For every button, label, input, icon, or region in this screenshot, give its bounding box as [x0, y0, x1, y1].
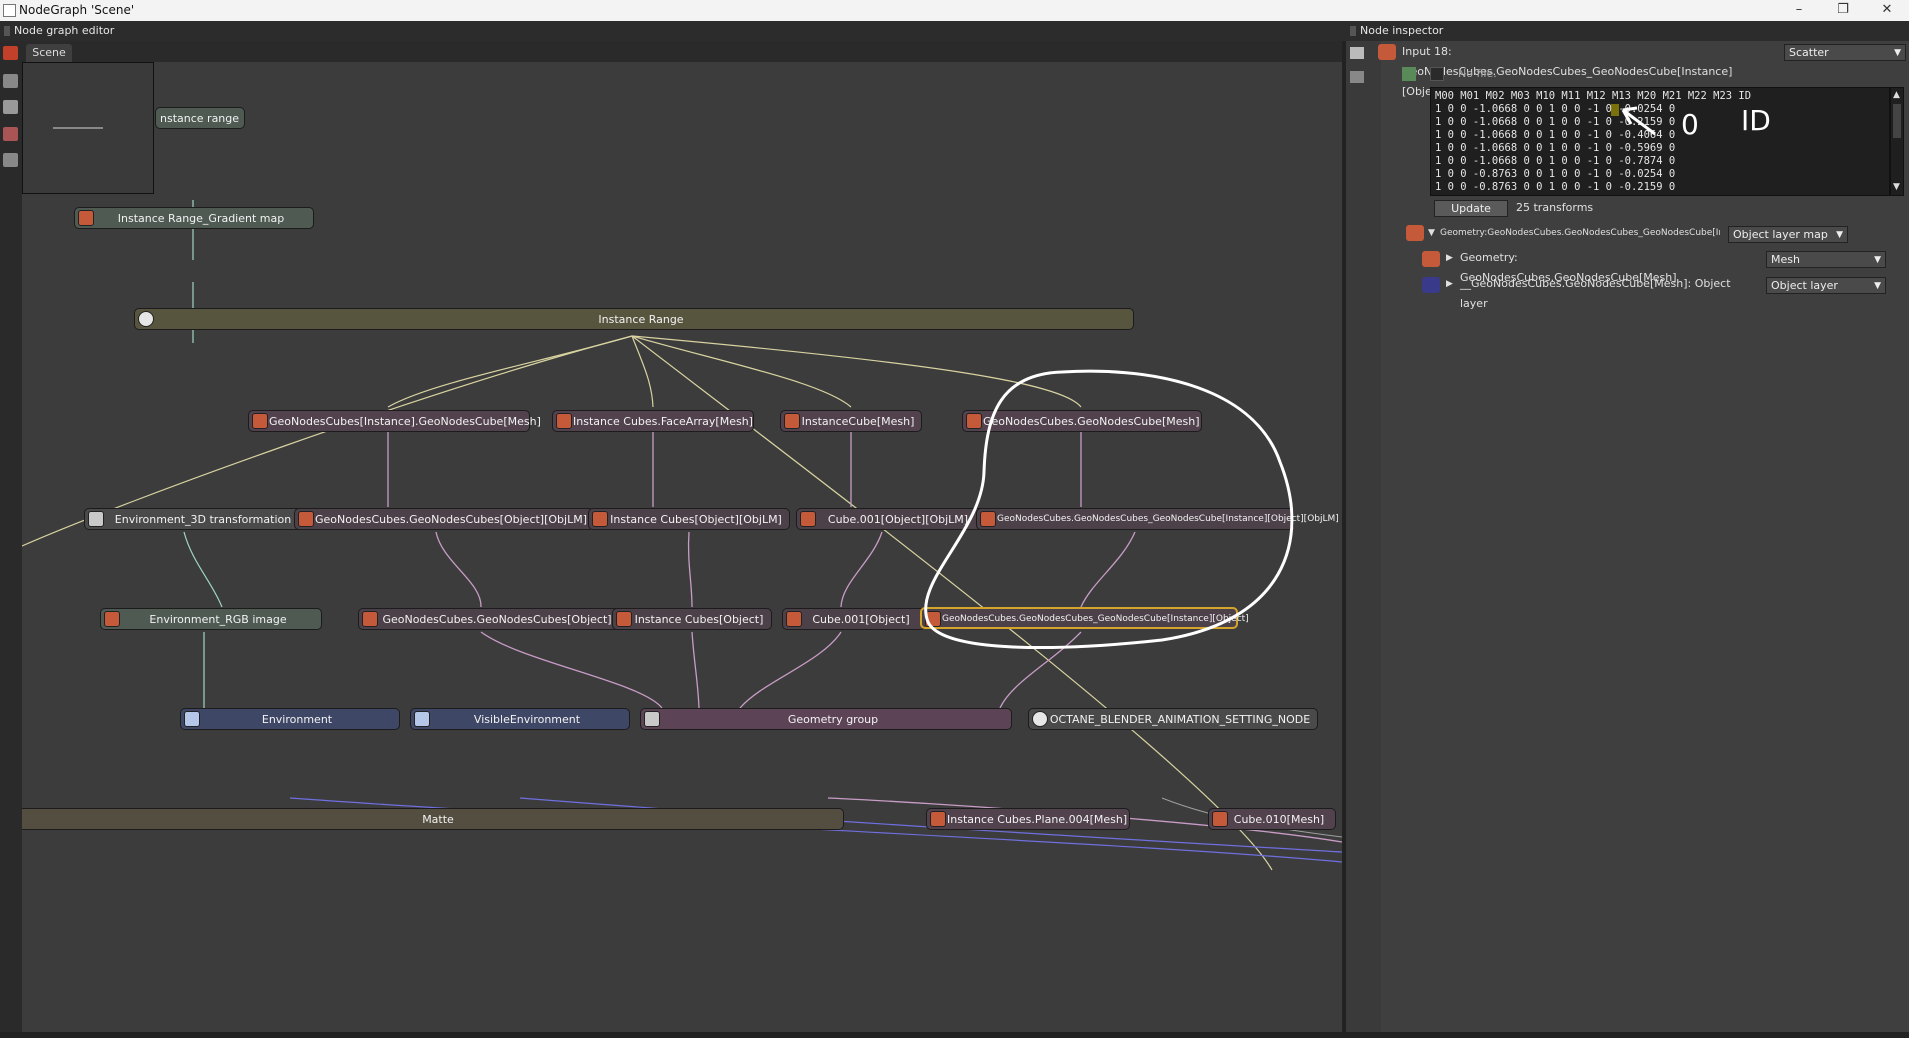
window-titlebar: NodeGraph 'Scene' – ❐ ✕ — [0, 0, 1909, 22]
node-inspector: Input 18: GeoNodesCubes.GeoNodesCubes_Ge… — [1342, 41, 1909, 1032]
matrix-row: 1 0 0 -1.0668 0 0 1 0 0 -1 0 -0.7874 0 — [1435, 155, 1676, 167]
node-graph-editor-header: Node graph editor — [0, 21, 1342, 41]
expand-mesh-icon[interactable]: ▶ — [1446, 248, 1453, 268]
mesh-input-label: Geometry: GeoNodesCubes.GeoNodesCube[Mes… — [1460, 251, 1677, 284]
panel-grip-icon — [4, 26, 10, 36]
layout-icon[interactable] — [3, 74, 18, 88]
node-graph-editor-title: Node graph editor — [14, 24, 115, 37]
annotation-circle — [924, 369, 1294, 649]
dropdown-value: Object layer map — [1733, 228, 1828, 241]
link-icon[interactable] — [3, 127, 18, 141]
window-title: NodeGraph 'Scene' — [19, 3, 135, 17]
scroll-down-icon[interactable]: ▼ — [1893, 182, 1900, 192]
grid-layout-icon[interactable] — [3, 100, 18, 114]
transform-matrix-textarea[interactable]: M00 M01 M02 M03 M10 M11 M12 M13 M20 M21 … — [1430, 87, 1890, 196]
left-toolbar — [0, 41, 22, 1038]
matrix-row: 1 0 0 -0.8763 0 0 1 0 0 -1 0 -0.0254 0 — [1435, 168, 1676, 180]
app-icon — [3, 4, 16, 17]
matrix-row: 1 0 0 -0.8763 0 0 1 0 0 -1 0 -0.2159 0 — [1435, 181, 1676, 193]
node-inspector-title: Node inspector — [1360, 24, 1444, 37]
input-type-dropdown[interactable]: Scatter ▼ — [1784, 44, 1906, 61]
object-layer-node-icon — [1422, 277, 1440, 293]
list-icon[interactable] — [1350, 71, 1364, 83]
scroll-thumb[interactable] — [1893, 104, 1901, 138]
mesh-type-dropdown[interactable]: Mesh ▼ — [1766, 251, 1886, 268]
panel-grip-icon — [1350, 26, 1356, 36]
chevron-down-icon: ▼ — [1874, 255, 1881, 265]
tab-bar: Scene — [22, 41, 1342, 62]
annotation-id: ID — [1741, 104, 1771, 137]
dropdown-value: Scatter — [1789, 46, 1829, 59]
chevron-down-icon: ▼ — [1874, 281, 1881, 291]
object-layer-map-node-icon — [1406, 225, 1424, 241]
scatter-node-icon — [1378, 44, 1396, 60]
matrix-scrollbar[interactable]: ▲ ▼ — [1890, 87, 1904, 196]
minimize-button[interactable]: – — [1777, 0, 1821, 21]
pin-icon[interactable] — [1350, 47, 1364, 59]
node-graph-canvas[interactable]: nstance range Instance Range_Gradient ma… — [22, 62, 1342, 1032]
transforms-count: 25 transforms — [1516, 201, 1594, 214]
file-icon[interactable] — [1402, 67, 1416, 81]
geometry-label: Geometry:GeoNodesCubes.GeoNodesCubes_Geo… — [1440, 228, 1720, 238]
expand-geometry-icon[interactable]: ▼ — [1428, 223, 1435, 243]
annotation-zero: 0 — [1681, 108, 1699, 141]
chevron-down-icon: ▼ — [1894, 48, 1901, 58]
save-icon[interactable] — [1430, 67, 1444, 81]
dropdown-value: Mesh — [1771, 253, 1800, 266]
matrix-header: M00 M01 M02 M03 M10 M11 M12 M13 M20 M21 … — [1435, 90, 1752, 102]
dropdown-value: Object layer — [1771, 279, 1838, 292]
geometry-type-dropdown[interactable]: Object layer map ▼ — [1728, 226, 1848, 243]
inspector-sidebar — [1346, 41, 1381, 1032]
id-value-highlight — [1611, 104, 1619, 116]
chevron-down-icon: ▼ — [1836, 230, 1843, 240]
input-label: Input 18: GeoNodesCubes.GeoNodesCubes_Ge… — [1402, 45, 1733, 98]
mesh-node-icon — [1422, 251, 1440, 267]
arrow-annotation-icon — [1621, 106, 1656, 136]
expand-object-layer-icon[interactable]: ▶ — [1446, 274, 1453, 294]
file-status: No file. — [1458, 67, 1497, 80]
close-button[interactable]: ✕ — [1865, 0, 1909, 21]
object-layer-type-dropdown[interactable]: Object layer ▼ — [1766, 277, 1886, 294]
object-layer-input-label: __GeoNodesCubes.GeoNodesCube[Mesh]: Obje… — [1460, 277, 1731, 310]
render-target-icon[interactable] — [3, 46, 18, 60]
bottom-status-bar — [0, 1032, 1909, 1038]
table-icon[interactable] — [3, 153, 18, 167]
tab-scene[interactable]: Scene — [26, 44, 72, 62]
maximize-button[interactable]: ❐ — [1821, 0, 1865, 21]
node-inspector-header: Node inspector — [1342, 21, 1909, 41]
scroll-up-icon[interactable]: ▲ — [1893, 90, 1900, 100]
update-button[interactable]: Update — [1434, 200, 1508, 217]
